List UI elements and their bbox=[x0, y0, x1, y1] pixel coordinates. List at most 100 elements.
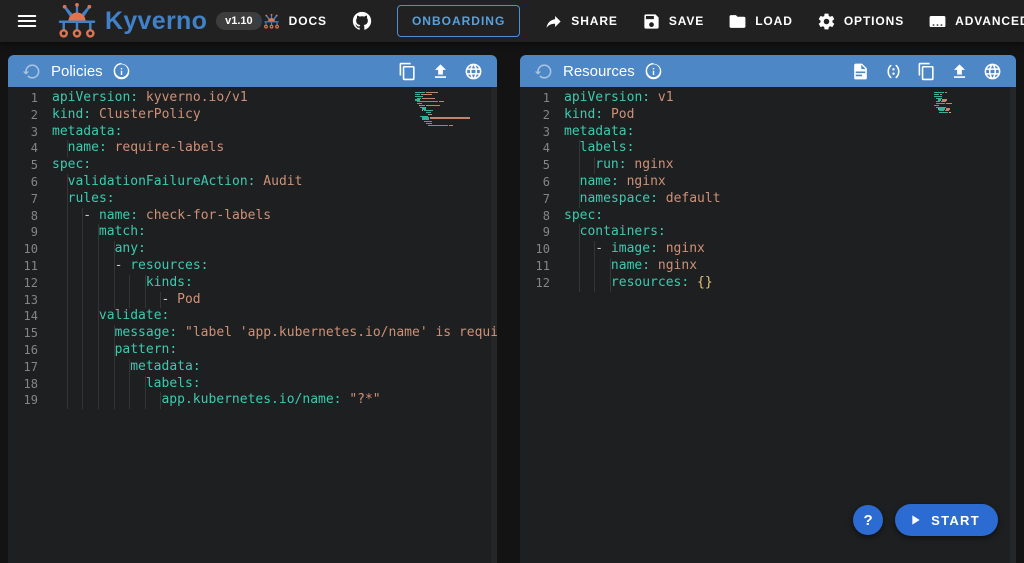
line-number: 9 bbox=[520, 224, 550, 241]
advanced-label: ADVANCED bbox=[955, 14, 1024, 28]
line-number: 4 bbox=[520, 140, 550, 157]
resources-minimap[interactable] bbox=[934, 92, 1006, 114]
code-line[interactable]: 17metadata: bbox=[8, 359, 497, 376]
code-line[interactable]: 10- image: nginx bbox=[520, 241, 1016, 258]
resources-header: Resources bbox=[520, 55, 1016, 87]
github-icon bbox=[351, 10, 373, 32]
line-number: 4 bbox=[8, 140, 38, 157]
code-line[interactable]: 12kinds: bbox=[8, 275, 497, 292]
help-button[interactable]: ? bbox=[853, 505, 883, 535]
line-number: 5 bbox=[8, 157, 38, 174]
line-number: 2 bbox=[520, 107, 550, 124]
line-number: 5 bbox=[520, 157, 550, 174]
code-line[interactable]: 6name: nginx bbox=[520, 174, 1016, 191]
code-line[interactable]: 5spec: bbox=[8, 157, 497, 174]
policies-minimap[interactable] bbox=[415, 92, 487, 126]
code-line[interactable]: 8spec: bbox=[520, 208, 1016, 225]
share-icon bbox=[544, 12, 563, 31]
options-label: OPTIONS bbox=[844, 14, 904, 28]
upload-icon[interactable] bbox=[950, 62, 969, 81]
code-line[interactable]: 19app.kubernetes.io/name: "?*" bbox=[8, 392, 497, 409]
code-line[interactable]: 7namespace: default bbox=[520, 191, 1016, 208]
save-label: SAVE bbox=[669, 14, 704, 28]
line-number: 12 bbox=[8, 275, 38, 292]
github-button[interactable] bbox=[351, 10, 373, 32]
onboarding-button[interactable]: ONBOARDING bbox=[397, 5, 520, 37]
line-number: 18 bbox=[8, 376, 38, 393]
save-button[interactable]: SAVE bbox=[642, 12, 704, 31]
globe-icon[interactable] bbox=[983, 62, 1002, 81]
code-line[interactable]: 15message: "label 'app.kubernetes.io/nam… bbox=[8, 325, 497, 342]
resources-panel: Resources 1apiVersion: v12kind: Pod3meta… bbox=[520, 55, 1016, 563]
resources-scrollbar[interactable] bbox=[1010, 87, 1016, 563]
line-number: 6 bbox=[520, 174, 550, 191]
code-line[interactable]: 18labels: bbox=[8, 376, 497, 393]
line-number: 14 bbox=[8, 308, 38, 325]
line-number: 9 bbox=[8, 224, 38, 241]
code-line[interactable]: 6validationFailureAction: Audit bbox=[8, 174, 497, 191]
menu-icon[interactable] bbox=[14, 8, 40, 34]
advanced-button[interactable]: ADVANCED bbox=[928, 12, 1024, 31]
copy-icon[interactable] bbox=[398, 62, 417, 81]
line-number: 6 bbox=[8, 174, 38, 191]
line-number: 1 bbox=[520, 90, 550, 107]
resources-editor[interactable]: 1apiVersion: v12kind: Pod3metadata:4labe… bbox=[520, 87, 1016, 563]
line-number: 10 bbox=[8, 241, 38, 258]
share-button[interactable]: SHARE bbox=[544, 12, 618, 31]
info-icon[interactable] bbox=[645, 63, 662, 80]
policies-editor[interactable]: 1apiVersion: kyverno.io/v12kind: Cluster… bbox=[8, 87, 497, 563]
restore-icon[interactable] bbox=[534, 62, 553, 81]
action-buttons: ? START bbox=[853, 504, 998, 536]
line-number: 10 bbox=[520, 241, 550, 258]
policies-title: Policies bbox=[51, 63, 103, 80]
line-number: 12 bbox=[520, 275, 550, 292]
kyverno-docs-icon bbox=[262, 12, 281, 31]
code-line[interactable]: 10any: bbox=[8, 241, 497, 258]
code-line[interactable]: 16pattern: bbox=[8, 342, 497, 359]
code-line[interactable]: 11- resources: bbox=[8, 258, 497, 275]
line-number: 3 bbox=[520, 124, 550, 141]
policies-scrollbar[interactable] bbox=[491, 87, 497, 563]
code-line[interactable]: 3metadata: bbox=[520, 124, 1016, 141]
line-number: 7 bbox=[8, 191, 38, 208]
restore-icon[interactable] bbox=[22, 62, 41, 81]
line-number: 11 bbox=[8, 258, 38, 275]
info-icon[interactable] bbox=[113, 63, 130, 80]
start-button[interactable]: START bbox=[895, 504, 998, 536]
line-number: 11 bbox=[520, 258, 550, 275]
line-number: 8 bbox=[8, 208, 38, 225]
topbar: Kyverno v1.10 DOCS ONBOARDING SHARE bbox=[0, 0, 1024, 42]
line-number: 19 bbox=[8, 392, 38, 409]
brackets-icon[interactable] bbox=[884, 62, 903, 81]
options-button[interactable]: OPTIONS bbox=[817, 12, 904, 31]
code-line[interactable]: 13- Pod bbox=[8, 292, 497, 309]
document-icon[interactable] bbox=[851, 62, 870, 81]
line-number: 1 bbox=[8, 90, 38, 107]
line-number: 13 bbox=[8, 292, 38, 309]
code-line[interactable]: 9match: bbox=[8, 224, 497, 241]
kyverno-logo-icon bbox=[54, 2, 100, 40]
globe-icon[interactable] bbox=[464, 62, 483, 81]
load-button[interactable]: LOAD bbox=[728, 12, 793, 31]
docs-button[interactable]: DOCS bbox=[262, 12, 327, 31]
code-line[interactable]: 9containers: bbox=[520, 224, 1016, 241]
code-line[interactable]: 4labels: bbox=[520, 140, 1016, 157]
code-line[interactable]: 8- name: check-for-labels bbox=[8, 208, 497, 225]
code-line[interactable]: 14validate: bbox=[8, 308, 497, 325]
line-number: 8 bbox=[520, 208, 550, 225]
upload-icon[interactable] bbox=[431, 62, 450, 81]
line-number: 7 bbox=[520, 191, 550, 208]
code-line[interactable]: 11name: nginx bbox=[520, 258, 1016, 275]
policies-panel: Policies 1apiVersion: kyverno.io/v12kind… bbox=[8, 55, 497, 563]
line-number: 15 bbox=[8, 325, 38, 342]
share-label: SHARE bbox=[571, 14, 618, 28]
line-number: 16 bbox=[8, 342, 38, 359]
copy-icon[interactable] bbox=[917, 62, 936, 81]
code-line[interactable]: 5run: nginx bbox=[520, 157, 1016, 174]
topbar-nav: DOCS ONBOARDING SHARE SAVE LOAD OPTIONS … bbox=[262, 5, 1024, 37]
code-line[interactable]: 12resources: {} bbox=[520, 275, 1016, 292]
policies-header: Policies bbox=[8, 55, 497, 87]
version-badge: v1.10 bbox=[216, 12, 262, 30]
code-line[interactable]: 4name: require-labels bbox=[8, 140, 497, 157]
code-line[interactable]: 7rules: bbox=[8, 191, 497, 208]
